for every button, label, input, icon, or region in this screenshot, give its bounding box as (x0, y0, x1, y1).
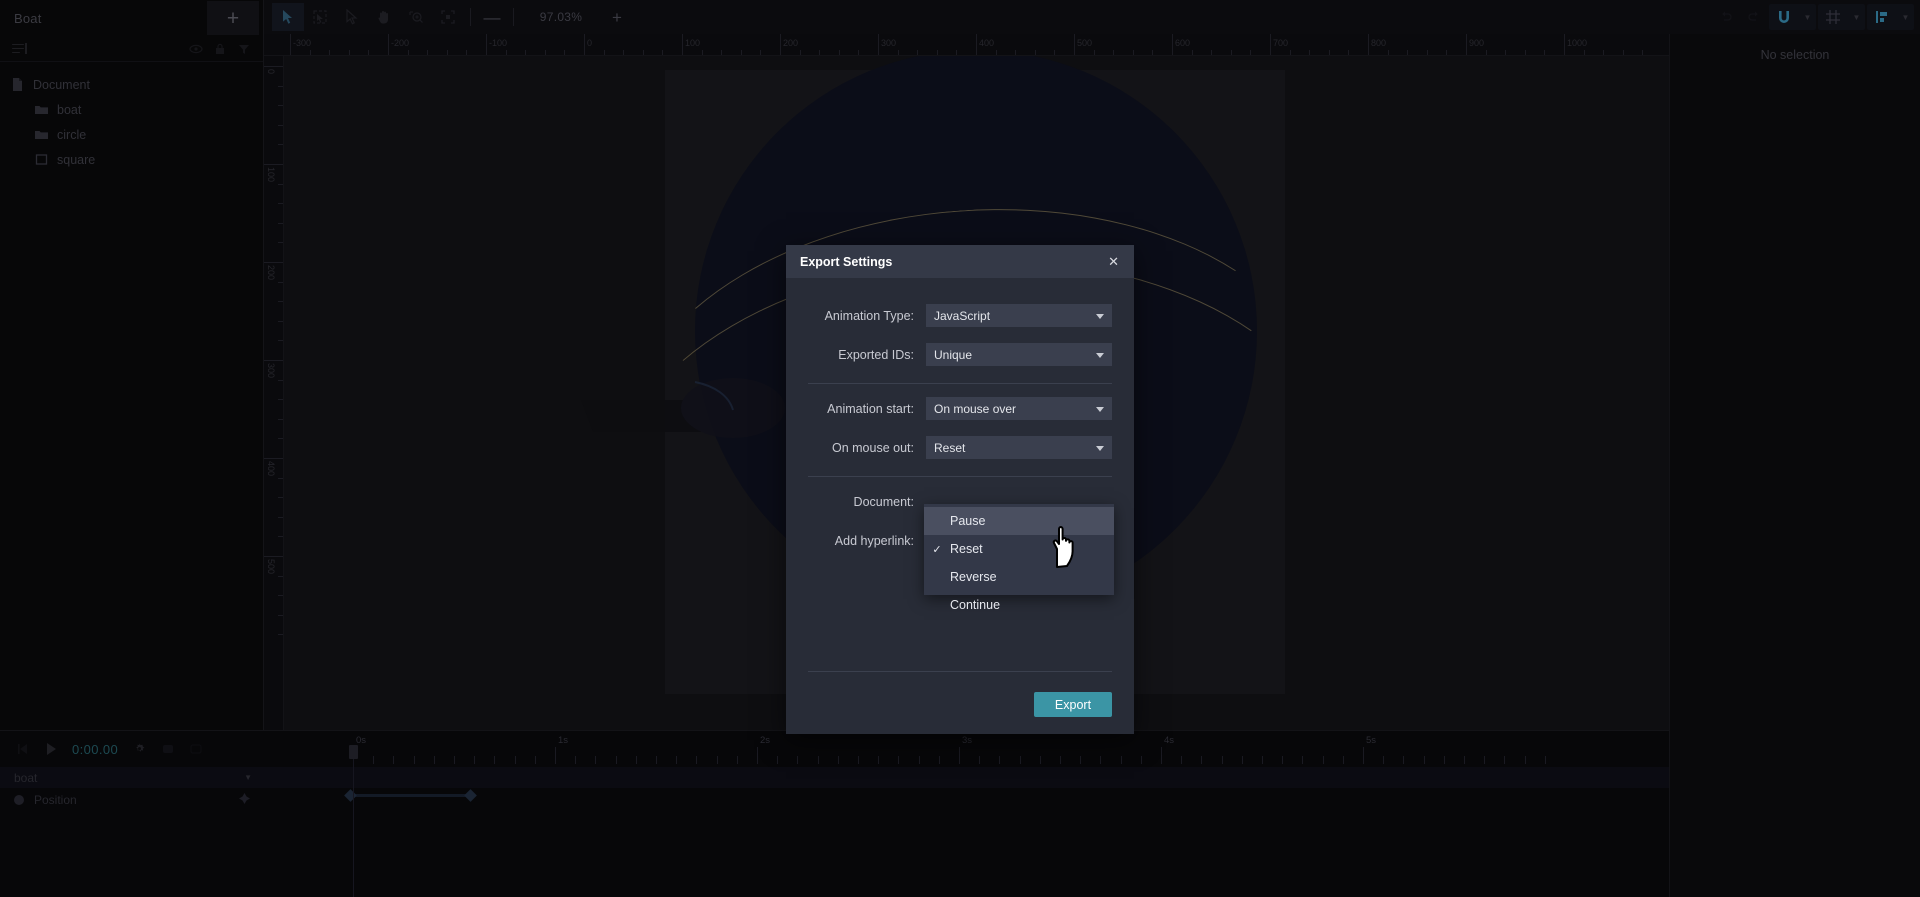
menu-item-label: Continue (950, 598, 1001, 612)
on-mouse-out-select[interactable]: Reset (926, 436, 1112, 459)
select-value: On mouse over (934, 401, 1017, 416)
select-value: Reset (934, 440, 966, 455)
animation-type-select[interactable]: JavaScript (926, 304, 1112, 327)
dialog-footer: Export (808, 671, 1112, 717)
field-animation-start: Animation start: On mouse over (808, 389, 1112, 428)
animation-start-select[interactable]: On mouse over (926, 397, 1112, 420)
section-divider (808, 476, 1112, 477)
chevron-down-icon (1096, 406, 1104, 412)
section-divider (808, 383, 1112, 384)
dialog-titlebar: Export Settings ✕ (786, 245, 1134, 278)
field-on-mouse-out: On mouse out: Reset (808, 428, 1112, 467)
modal-overlay: Export Settings ✕ Animation Type: JavaSc… (0, 0, 1920, 897)
export-button[interactable]: Export (1034, 692, 1112, 717)
menu-item-label: Pause (950, 514, 986, 528)
chevron-down-icon (1096, 445, 1104, 451)
menu-item-label: Reverse (950, 570, 997, 584)
exported-ids-select[interactable]: Unique (926, 343, 1112, 366)
field-label: Animation Type: (824, 308, 914, 323)
on-mouse-out-dropdown-menu[interactable]: Pause ✓ Reset Reverse Continue (924, 504, 1114, 612)
menu-item-reverse[interactable]: Reverse (924, 563, 1114, 591)
menu-item-reset[interactable]: ✓ Reset (924, 535, 1114, 563)
check-icon: ✓ (932, 543, 942, 556)
application-window: Boat + Document boat circle square — 97.… (0, 0, 1920, 897)
chevron-down-icon (1096, 313, 1104, 319)
field-label: Document: (853, 494, 914, 509)
field-exported-ids: Exported IDs: Unique (808, 335, 1112, 374)
field-animation-type: Animation Type: JavaScript (808, 296, 1112, 335)
chevron-down-icon (1096, 352, 1104, 358)
mouse-cursor (1048, 523, 1082, 569)
menu-item-label: Reset (950, 542, 983, 556)
field-label: On mouse out: (832, 440, 914, 455)
select-value: JavaScript (934, 308, 991, 323)
menu-item-continue[interactable]: Continue (924, 591, 1114, 619)
field-label: Animation start: (827, 401, 914, 416)
select-value: Unique (934, 347, 973, 362)
field-label: Exported IDs: (838, 347, 914, 362)
close-icon[interactable]: ✕ (1106, 252, 1121, 271)
menu-item-pause[interactable]: Pause (924, 507, 1114, 535)
field-label: Add hyperlink: (834, 533, 914, 548)
export-settings-dialog: Export Settings ✕ Animation Type: JavaSc… (786, 245, 1134, 734)
dialog-title: Export Settings (800, 254, 893, 269)
footer-divider (808, 671, 1112, 672)
